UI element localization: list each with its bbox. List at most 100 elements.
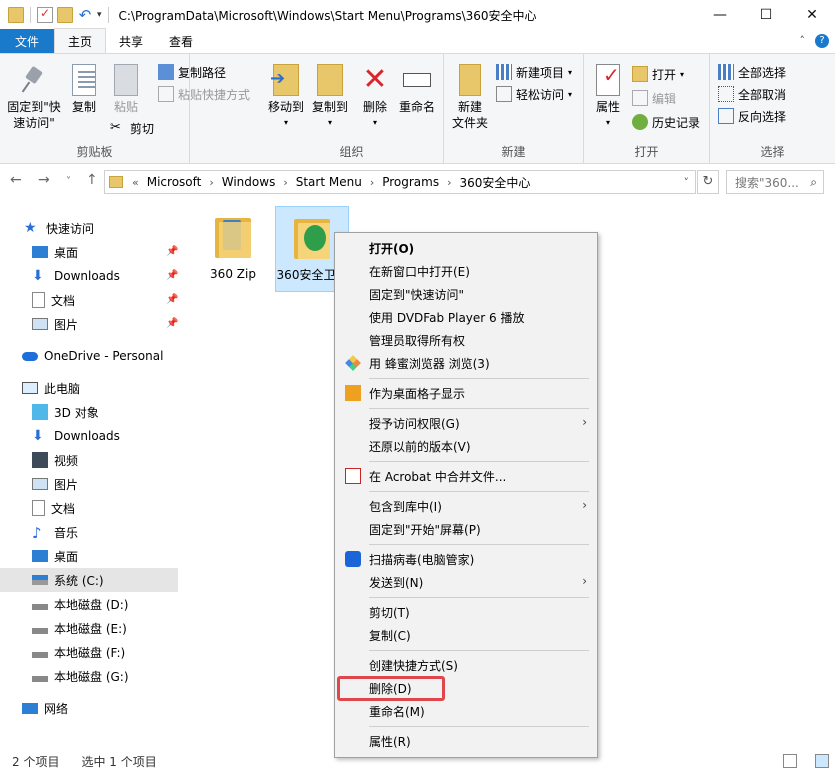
cut-button[interactable]: ✂ 剪切	[110, 118, 154, 138]
tab-view[interactable]: 查看	[156, 29, 206, 53]
chevron-right-icon[interactable]: ›	[280, 176, 290, 189]
forward-button[interactable]: →	[38, 172, 50, 188]
menu-divider	[369, 597, 589, 598]
menu-item-pin-quick-access[interactable]: 固定到"快速访问"	[337, 283, 595, 305]
easy-access-button[interactable]: 轻松访问 ▾	[496, 84, 572, 104]
menu-item-create-shortcut[interactable]: 创建快捷方式(S)	[337, 654, 595, 676]
nav-drive-d[interactable]: 本地磁盘 (D:)	[0, 592, 178, 616]
move-to-button[interactable]: 移动到 ▾	[264, 64, 308, 131]
edit-button[interactable]: 编辑	[632, 88, 676, 108]
nav-pictures-pc[interactable]: 图片	[0, 472, 178, 496]
menu-item-desktop-grid[interactable]: 作为桌面格子显示	[337, 382, 595, 404]
address-bar[interactable]: « Microsoft › Windows › Start Menu › Pro…	[104, 170, 696, 194]
nav-drive-f[interactable]: 本地磁盘 (F:)	[0, 640, 178, 664]
tab-share[interactable]: 共享	[106, 29, 156, 53]
paste-button[interactable]: 粘贴	[108, 64, 144, 115]
copy-button[interactable]: 复制	[66, 64, 102, 115]
menu-item-browser[interactable]: 用 蜂蜜浏览器 浏览(3)	[337, 352, 595, 374]
desktop-icon	[32, 550, 48, 562]
chevron-right-icon[interactable]: ›	[206, 176, 216, 189]
nav-quick-access[interactable]: ★ 快速访问	[0, 216, 178, 240]
nav-desktop-pc[interactable]: 桌面	[0, 544, 178, 568]
recent-locations-button[interactable]: ˅	[66, 176, 71, 187]
minimize-button[interactable]: —	[697, 0, 743, 30]
nav-videos[interactable]: 视频	[0, 448, 178, 472]
maximize-button[interactable]: ☐	[743, 0, 789, 30]
nav-documents-pc[interactable]: 文档	[0, 496, 178, 520]
menu-item-cut[interactable]: 剪切(T)	[337, 601, 595, 623]
history-icon	[632, 114, 648, 130]
select-all-button[interactable]: 全部选择	[718, 62, 786, 82]
menu-item-acrobat[interactable]: 在 Acrobat 中合并文件...	[337, 465, 595, 487]
properties-button[interactable]: 属性 ▾	[590, 64, 626, 131]
nav-downloads[interactable]: ⬇ Downloads 📌	[0, 264, 178, 288]
nav-drive-e[interactable]: 本地磁盘 (E:)	[0, 616, 178, 640]
search-input[interactable]: 搜索"360... ⌕	[726, 170, 824, 194]
properties-icon[interactable]	[37, 6, 53, 23]
history-button[interactable]: 历史记录	[632, 112, 700, 132]
file-item[interactable]: 360 Zip	[196, 206, 270, 292]
nav-downloads-pc[interactable]: ⬇ Downloads	[0, 424, 178, 448]
open-button[interactable]: 打开 ▾	[632, 64, 684, 84]
nav-music[interactable]: ♪ 音乐	[0, 520, 178, 544]
invert-selection-button[interactable]: 反向选择	[718, 106, 786, 126]
breadcrumb-item[interactable]: 360安全中心	[457, 174, 534, 191]
menu-item-grant-access[interactable]: 授予访问权限(G) ›	[337, 412, 595, 434]
close-button[interactable]: ✕	[789, 0, 835, 30]
menu-item-send-to[interactable]: 发送到(N) ›	[337, 571, 595, 593]
breadcrumb-item[interactable]: Windows	[219, 175, 279, 189]
collapse-ribbon-icon[interactable]: ˄	[800, 34, 806, 48]
nav-documents[interactable]: 文档 📌	[0, 288, 178, 312]
rename-button[interactable]: 重命名	[396, 64, 438, 115]
menu-item-scan-virus[interactable]: 扫描病毒(电脑管家)	[337, 548, 595, 570]
copy-to-button[interactable]: 复制到 ▾	[308, 64, 352, 131]
nav-drive-c[interactable]: 系统 (C:)	[0, 568, 178, 592]
up-button[interactable]: ↑	[86, 172, 98, 188]
new-folder-button[interactable]: 新建 文件夹	[450, 64, 490, 131]
details-view-icon[interactable]	[783, 754, 797, 768]
nav-desktop[interactable]: 桌面 📌	[0, 240, 178, 264]
help-icon[interactable]: ?	[815, 34, 829, 48]
chevron-down-icon[interactable]: ▾	[97, 10, 102, 20]
new-item-button[interactable]: 新建项目 ▾	[496, 62, 572, 82]
nav-drive-g[interactable]: 本地磁盘 (G:)	[0, 664, 178, 688]
nav-network[interactable]: 网络	[0, 696, 178, 720]
paste-shortcut-button[interactable]: 粘贴快捷方式	[158, 84, 250, 104]
delete-button[interactable]: ✕ 删除 ▾	[358, 64, 392, 131]
breadcrumb-item[interactable]: Start Menu	[293, 175, 365, 189]
nav-3d-objects[interactable]: 3D 对象	[0, 400, 178, 424]
menu-divider	[369, 378, 589, 379]
new-folder-icon[interactable]	[57, 7, 73, 23]
chevron-right-icon[interactable]: ›	[367, 176, 377, 189]
chevron-right-icon[interactable]: ›	[444, 176, 454, 189]
overflow-icon[interactable]: «	[129, 176, 142, 189]
menu-item-rename[interactable]: 重命名(M)	[337, 700, 595, 722]
select-none-button[interactable]: 全部取消	[718, 84, 786, 104]
menu-item-properties[interactable]: 属性(R)	[337, 730, 595, 752]
nav-this-pc[interactable]: 此电脑	[0, 376, 178, 400]
breadcrumb-item[interactable]: Microsoft	[144, 175, 205, 189]
copy-path-button[interactable]: 复制路径	[158, 62, 226, 82]
undo-icon[interactable]: ↶	[77, 7, 93, 23]
delete-x-icon: ✕	[362, 62, 388, 97]
menu-item-open-new-window[interactable]: 在新窗口中打开(E)	[337, 260, 595, 282]
large-icons-view-icon[interactable]	[815, 754, 829, 768]
status-bar: 2 个项目 选中 1 个项目	[0, 750, 835, 772]
back-button[interactable]: ←	[10, 172, 22, 188]
move-to-icon	[270, 64, 299, 96]
menu-item-pin-start[interactable]: 固定到"开始"屏幕(P)	[337, 518, 595, 540]
menu-item-dvdfab[interactable]: 使用 DVDFab Player 6 播放	[337, 306, 595, 328]
tab-home[interactable]: 主页	[54, 28, 107, 53]
pin-quick-access-button[interactable]: 固定到"快 速访问"	[4, 64, 64, 131]
breadcrumb-item[interactable]: Programs	[379, 175, 442, 189]
menu-item-include-library[interactable]: 包含到库中(I) ›	[337, 495, 595, 517]
tab-file[interactable]: 文件	[0, 29, 55, 53]
menu-item-restore-versions[interactable]: 还原以前的版本(V)	[337, 435, 595, 457]
nav-onedrive[interactable]: OneDrive - Personal	[0, 344, 178, 368]
menu-item-take-ownership[interactable]: 管理员取得所有权	[337, 329, 595, 351]
refresh-button[interactable]: ↻	[697, 170, 719, 194]
menu-item-open[interactable]: 打开(O)	[337, 237, 595, 259]
address-dropdown-icon[interactable]: ˅	[684, 176, 690, 189]
nav-pictures[interactable]: 图片 📌	[0, 312, 178, 336]
menu-item-copy[interactable]: 复制(C)	[337, 624, 595, 646]
